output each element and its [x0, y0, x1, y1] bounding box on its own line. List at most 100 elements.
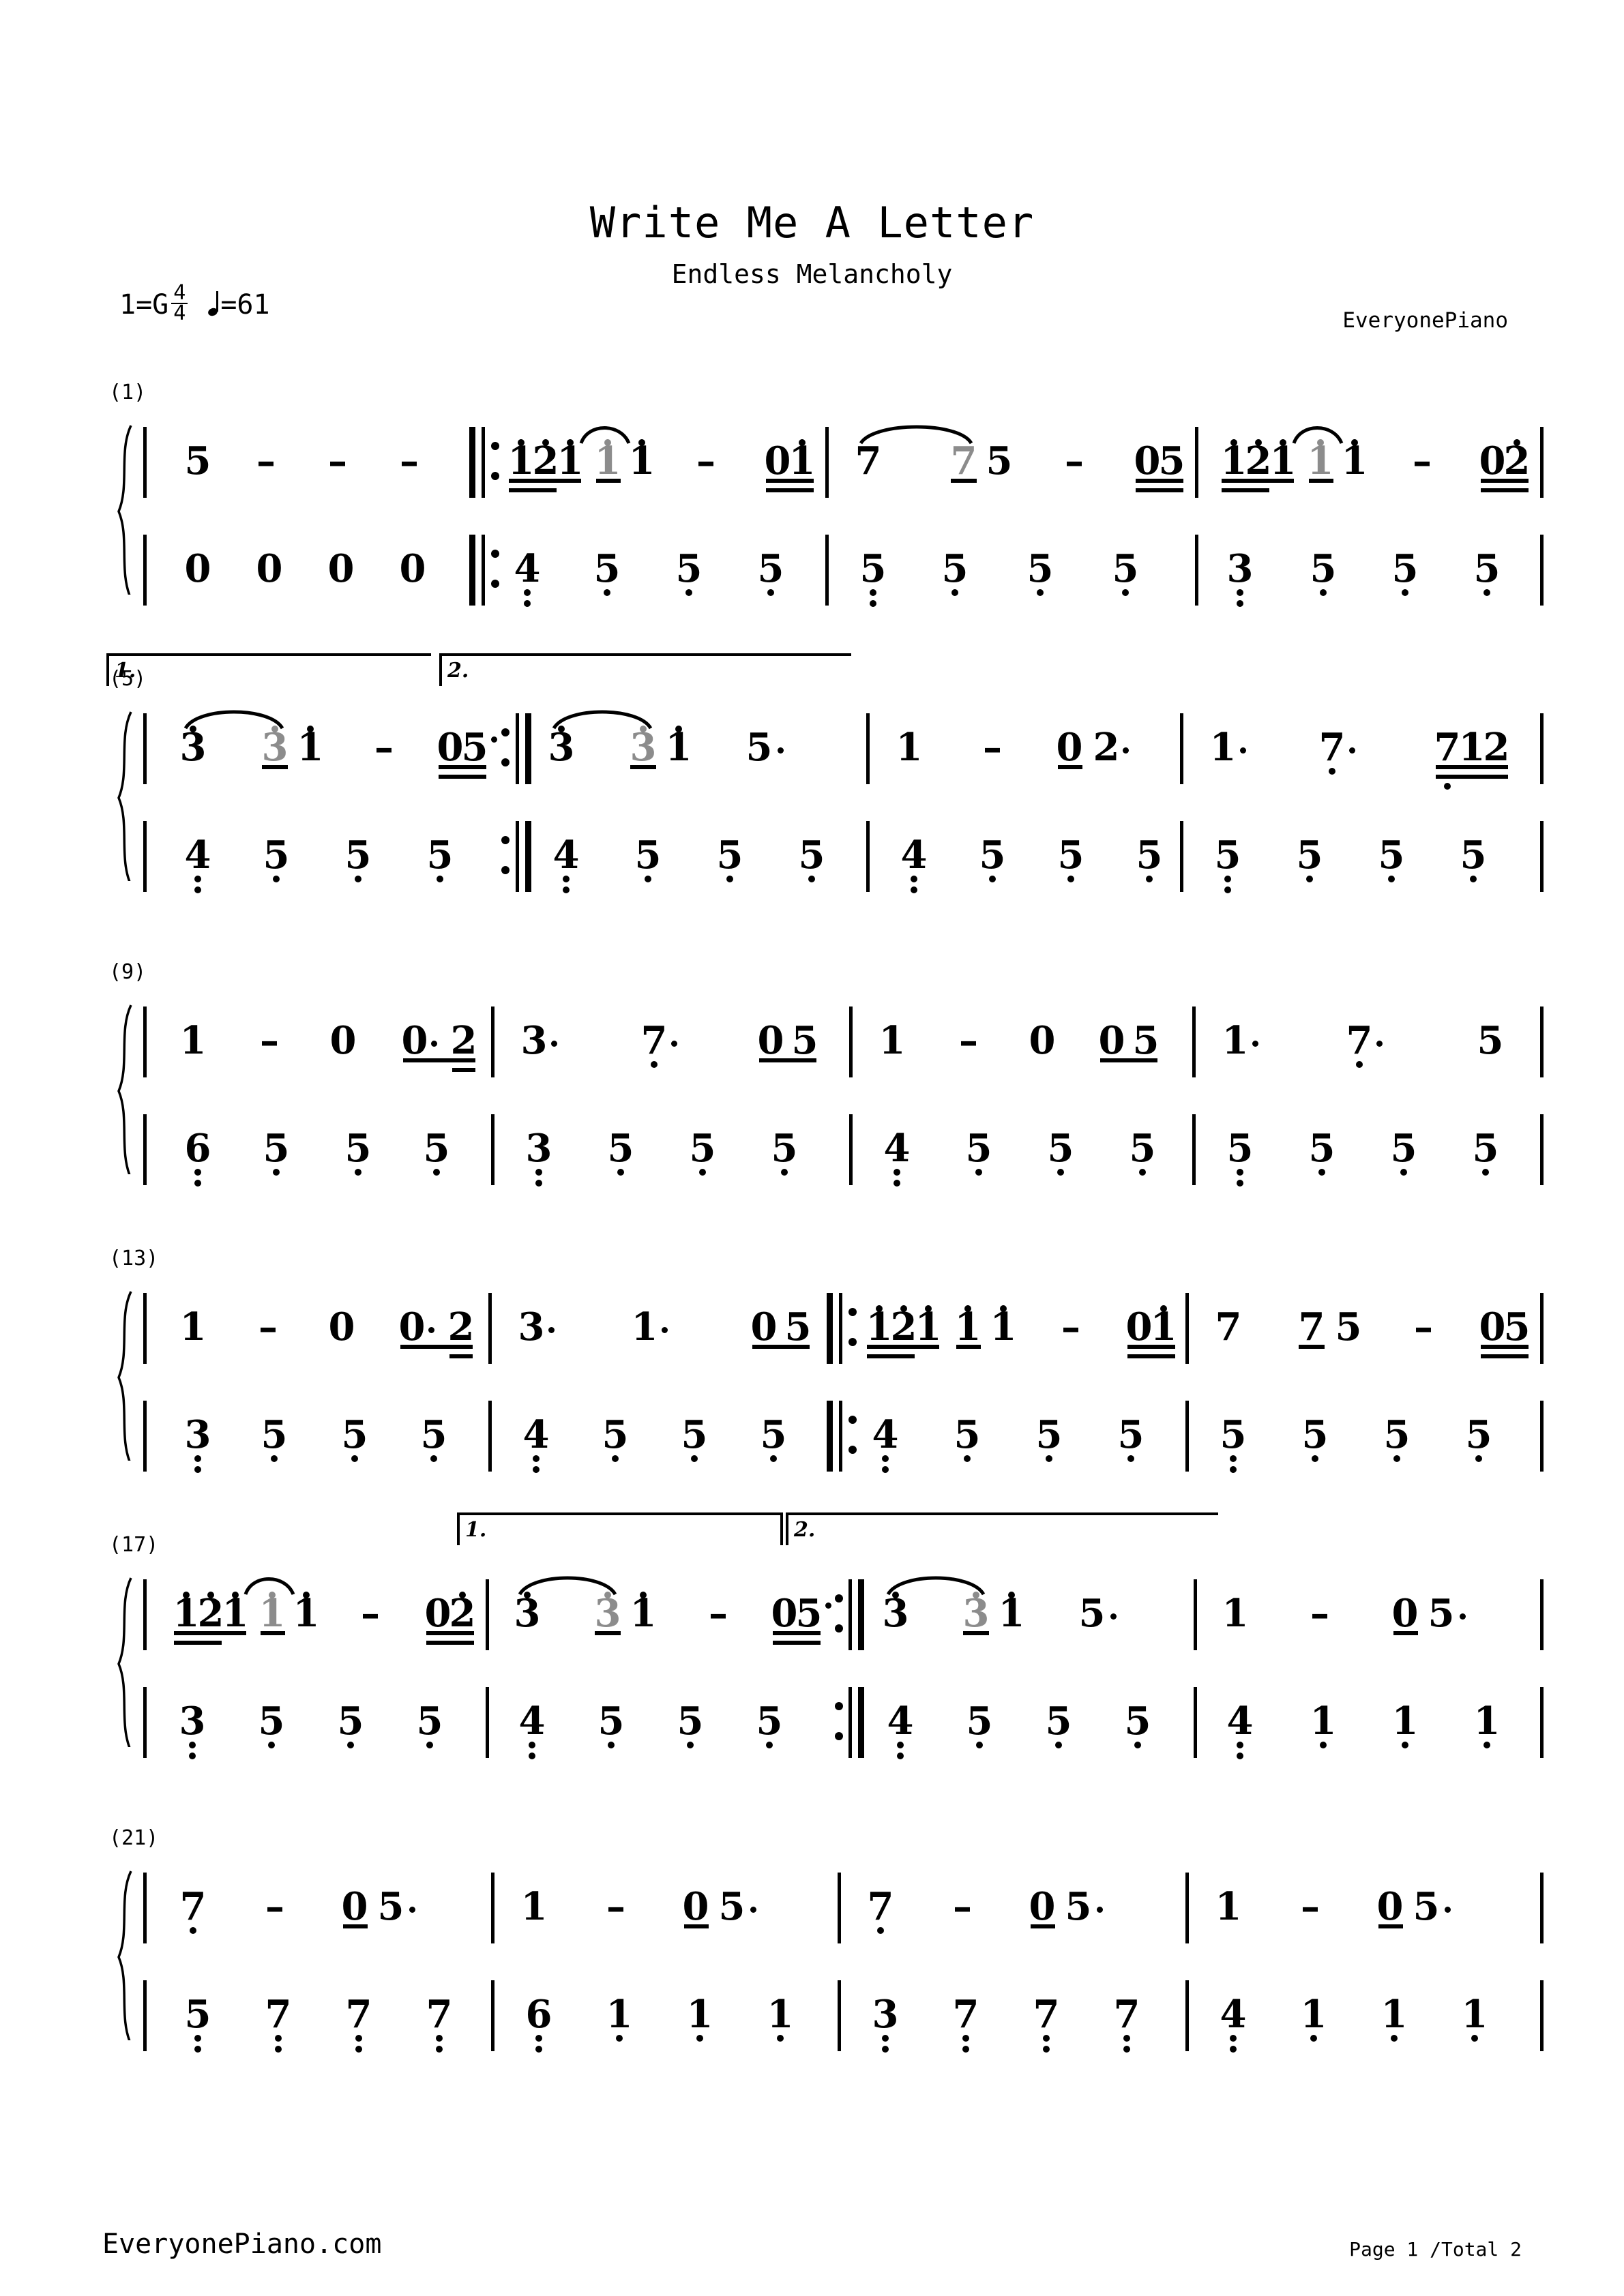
note: 7 [419, 1976, 460, 2053]
melody-staff-row: 1 – 0 0 2 3 1 0 5 1 2 1 1 1 – 0 1 7 7 5 … [143, 1289, 1544, 1369]
tie-slur [578, 419, 633, 446]
note: 1 [628, 438, 655, 483]
barline [1195, 535, 1198, 606]
note: 5 [791, 1018, 818, 1063]
note: 4 [880, 1683, 921, 1759]
note: 5 [1465, 1110, 1506, 1187]
note: 5 [595, 1397, 636, 1473]
note: 5 [587, 531, 628, 607]
time-signature-denominator: 4 [171, 302, 188, 323]
bass-staff-row: 3 5 5 5 4 5 5 5 4 5 5 5 5 5 5 5 [143, 1397, 1544, 1477]
note: 5 [419, 817, 460, 893]
sustain-dash: – [1310, 1591, 1329, 1636]
note: 1 [1293, 1976, 1334, 2053]
melody-staff-row: 5 – – – 1 2 1 1 1 – 0 1 7 7 5 – 0 5 1 2 … [143, 423, 1544, 503]
note: 7 [1298, 1304, 1325, 1350]
note: 7 [1026, 1976, 1067, 2053]
sustain-dash: – [374, 725, 394, 770]
note: 5 [745, 725, 773, 770]
repeat-end-thin-barline [848, 1687, 852, 1758]
tempo-marking: =61 [208, 289, 270, 320]
barline [838, 1873, 841, 1943]
barline [143, 1980, 147, 2051]
repeat-dots [833, 1579, 844, 1650]
sustain-dash: – [1413, 438, 1432, 483]
melody-staff-row: 7 – 0 5 1 – 0 5 7 – 0 5 1 – 0 5 [143, 1868, 1544, 1949]
note: 5 [718, 1884, 745, 1929]
repeat-dots [490, 427, 501, 498]
bass-staff-row: 6 5 5 5 3 5 5 5 4 5 5 5 5 5 5 5 [143, 1110, 1544, 1191]
note: 5 [377, 1884, 404, 1929]
barline [143, 1401, 147, 1472]
note: 5 [334, 1397, 375, 1473]
repeat-start-thick-barline [469, 427, 475, 498]
barline [1540, 713, 1544, 784]
rest-note: 0 [1029, 1018, 1056, 1063]
note: 5 [1129, 817, 1170, 893]
note: 3 [520, 1018, 548, 1063]
note: 1 [293, 1591, 320, 1636]
note: 0 [184, 546, 211, 591]
note: 5 [1376, 1397, 1417, 1473]
barline [1540, 1873, 1544, 1943]
barline [143, 1687, 147, 1758]
barline [143, 1579, 147, 1650]
barline [486, 1687, 489, 1758]
note: 5 [1038, 1683, 1079, 1759]
note: 5 [1122, 1110, 1163, 1187]
note: 5 [330, 1683, 371, 1759]
volta-bracket-1: 1. [106, 653, 431, 686]
note: 5 [416, 1110, 457, 1187]
rest-note: 0 [750, 1304, 778, 1350]
barline [866, 713, 870, 784]
sustain-dash: – [1061, 1304, 1080, 1350]
barline [1540, 1579, 1544, 1650]
barline [849, 1114, 853, 1185]
barline [143, 713, 147, 784]
note: 5 [1413, 1884, 1440, 1929]
note: 5 [1335, 1304, 1362, 1350]
repeat-end-thin-barline [848, 1579, 852, 1650]
barline [491, 1114, 494, 1185]
publisher-credit: EveryonePiano [1342, 308, 1508, 333]
repeat-end-thick-barline [525, 713, 531, 784]
melody-staff-row: 1 – 0 0 2 3 7 0 5 1 – 0 0 5 1 7 5 [143, 1002, 1544, 1083]
note: 5 [674, 1397, 715, 1473]
repeat-end-thick-barline [858, 1579, 864, 1650]
barline [866, 821, 870, 892]
note: 5 [256, 817, 297, 893]
barline [1540, 1401, 1544, 1472]
note: 1 [760, 1976, 801, 2053]
rest-note: 0 [1376, 1884, 1404, 1929]
barline [1540, 1687, 1544, 1758]
repeat-start-thick-barline [827, 1401, 833, 1472]
note: 1 [520, 1884, 548, 1929]
note: 5 [784, 1304, 812, 1350]
note: 5 [1207, 817, 1248, 893]
note: 1 [297, 725, 324, 770]
note: 4 [876, 1110, 917, 1187]
note: 0 [256, 546, 283, 591]
rest-note: 0 [341, 1884, 368, 1929]
sustain-dash: – [259, 1304, 278, 1350]
note: 5 [251, 1683, 292, 1759]
rest-note: 0 [1098, 1018, 1125, 1063]
sustain-dash: – [959, 1018, 978, 1063]
note: 2 [1093, 725, 1120, 770]
note: 5 [958, 1110, 999, 1187]
sustain-dash: – [1065, 438, 1084, 483]
note: 5 [1458, 1397, 1499, 1473]
note: 1 [630, 1591, 657, 1636]
note: 7 [865, 1868, 896, 1945]
note: 7 [638, 1002, 670, 1079]
note: 5 [1371, 817, 1412, 893]
repeat-dots [847, 1293, 858, 1364]
repeat-start-thin-barline [482, 427, 485, 498]
barline [838, 1980, 841, 2051]
note: 5 [750, 531, 791, 607]
barline [1540, 821, 1544, 892]
note: 5 [1040, 1110, 1081, 1187]
note: 1 [599, 1976, 640, 2053]
repeat-dots [500, 713, 511, 784]
grand-staff-brace [110, 711, 138, 881]
